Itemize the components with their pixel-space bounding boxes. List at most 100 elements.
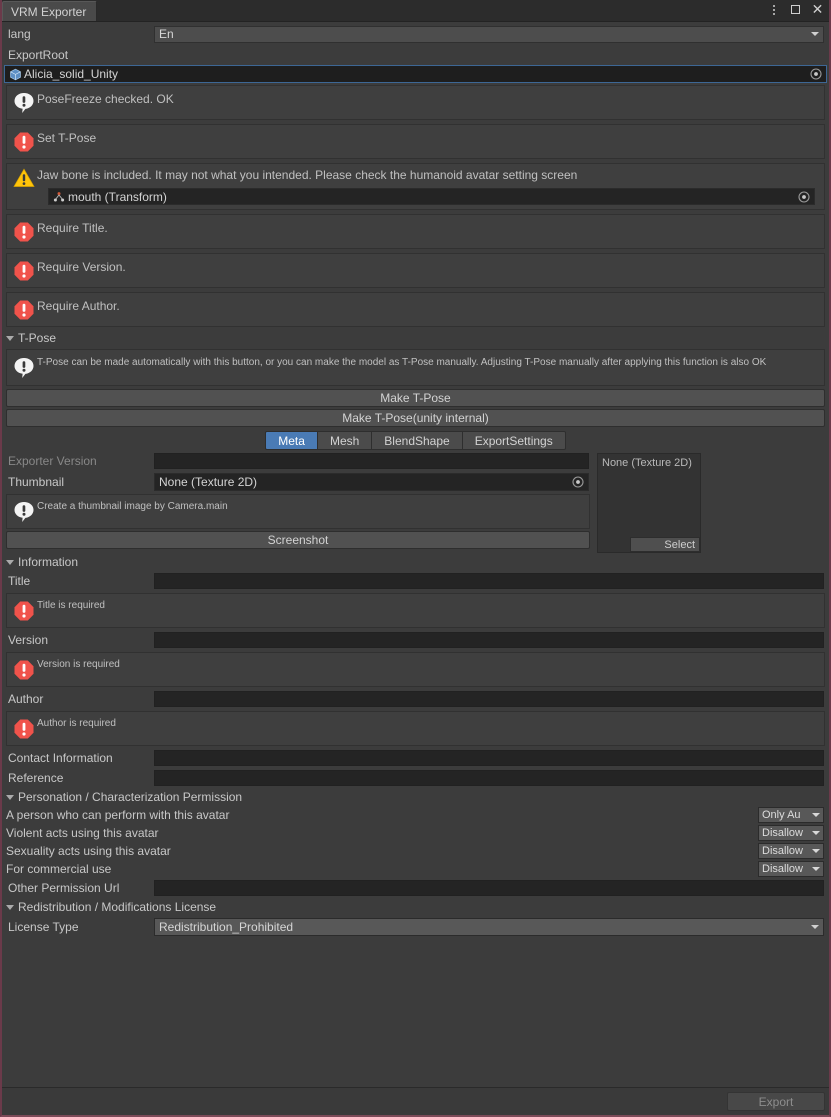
thumbnail-preview-box[interactable]: None (Texture 2D) Select [597,453,701,553]
object-picker-icon[interactable] [571,475,585,489]
export-root-label-row: ExportRoot [2,45,829,65]
permission-row-perform: A person who can perform with this avata… [2,806,829,824]
message-posefreeze: PoseFreeze checked. OK [6,85,825,120]
permission-commercial-label: For commercial use [6,862,112,876]
close-icon[interactable]: ✕ [810,2,825,17]
jaw-bone-object-field[interactable]: mouth (Transform) [48,188,815,205]
vrm-exporter-window: VRM Exporter ✕ lang En ExportRoot Alicia… [0,0,831,1117]
kebab-menu-icon[interactable] [766,2,781,17]
meta-left-column: Exporter Version Thumbnail None (Texture… [2,451,594,553]
thumbnail-row: Thumbnail None (Texture 2D) [2,471,594,492]
message-require-version: Require Version. [6,253,825,288]
permission-sexuality-dropdown[interactable]: Disallow [758,843,824,859]
title-input[interactable] [154,573,824,589]
foldout-tpose-label: T-Pose [18,331,57,345]
reference-input[interactable] [154,770,824,786]
author-error-body: Author is required [37,717,820,730]
reference-row: Reference [2,768,829,788]
chevron-down-icon [812,831,820,835]
permission-perform-dropdown[interactable]: Only Au [758,807,824,823]
thumbnail-object-field[interactable]: None (Texture 2D) [154,472,589,491]
tpose-helpbox: T-Pose can be made automatically with th… [6,349,825,386]
message-require-title: Require Title. [6,214,825,249]
license-type-dropdown[interactable]: Redistribution_Prohibited [154,917,824,936]
message-set-tpose: Set T-Pose [6,124,825,159]
message-body: Require Version. [37,259,820,274]
foldout-license[interactable]: Redistribution / Modifications License [2,898,829,916]
permission-row-sexuality: Sexuality acts using this avatar Disallo… [2,842,829,860]
thumbnail-select-button[interactable]: Select [630,537,700,552]
message-body: Require Title. [37,220,820,235]
permission-sexuality-value: Disallow [762,845,803,857]
triangle-down-icon [6,794,14,800]
permission-commercial-value: Disallow [762,863,803,875]
triangle-down-icon [6,559,14,565]
error-icon [11,130,37,153]
tab-blendshape[interactable]: BlendShape [372,431,463,450]
permission-row-violent: Violent acts using this avatar Disallow [2,824,829,842]
title-error-box: Title is required [6,593,825,628]
export-button[interactable]: Export [727,1092,825,1111]
window-tab-vrm-exporter[interactable]: VRM Exporter [2,1,98,21]
message-text: Require Version. [37,260,126,274]
export-root-object-field[interactable]: Alicia_solid_Unity [4,65,827,83]
make-tpose-unity-internal-button[interactable]: Make T-Pose(unity internal) [6,409,825,427]
version-input[interactable] [154,632,824,648]
lang-dropdown[interactable]: En [154,25,824,43]
chevron-down-icon [812,867,820,871]
author-input[interactable] [154,691,824,707]
permission-sexuality-label: Sexuality acts using this avatar [6,844,171,858]
license-type-label: License Type [8,919,79,934]
other-permission-url-input[interactable] [154,880,824,896]
author-label: Author [8,692,44,706]
author-row: Author [2,689,829,709]
object-picker-icon[interactable] [809,67,823,81]
triangle-down-icon [6,904,14,910]
make-tpose-button[interactable]: Make T-Pose [6,389,825,407]
permission-commercial-dropdown[interactable]: Disallow [758,861,824,877]
contact-information-input[interactable] [154,750,824,766]
foldout-information[interactable]: Information [2,553,829,571]
thumbnail-label: Thumbnail [8,474,65,489]
foldout-tpose[interactable]: T-Pose [2,329,829,347]
error-icon [11,259,37,282]
version-label: Version [8,633,49,647]
error-icon [11,658,37,681]
message-jaw-bone: Jaw bone is included. It may not what yo… [6,163,825,210]
object-picker-icon[interactable] [797,190,811,204]
foldout-permission[interactable]: Personation / Characterization Permissio… [2,788,829,806]
license-type-value: Redistribution_Prohibited [159,919,294,934]
triangle-down-icon [6,335,14,341]
export-root-label: ExportRoot [8,48,69,62]
meta-pane: Exporter Version Thumbnail None (Texture… [2,451,829,553]
window-titlebar: VRM Exporter ✕ [2,0,829,22]
permission-violent-label: Violent acts using this avatar [6,826,159,840]
error-icon [11,717,37,740]
thumbnail-preview-caption: None (Texture 2D) [602,457,692,469]
message-require-author: Require Author. [6,292,825,327]
chevron-down-icon [811,32,819,36]
meta-tabbar: Meta Mesh BlendShape ExportSettings [2,431,829,450]
message-text: Require Title. [37,221,108,235]
lang-label: lang [8,27,31,41]
tab-exportsettings[interactable]: ExportSettings [462,431,566,450]
tpose-help-body: T-Pose can be made automatically with th… [37,356,820,369]
message-text: PoseFreeze checked. OK [37,92,174,106]
maximize-icon[interactable] [788,2,803,17]
permission-violent-dropdown[interactable]: Disallow [758,825,824,841]
tab-mesh[interactable]: Mesh [317,431,373,450]
error-icon [11,599,37,622]
contact-information-row: Contact Information [2,748,829,768]
permission-violent-value: Disallow [762,827,803,839]
message-body: Jaw bone is included. It may not what yo… [37,167,820,182]
thumbnail-helpbox: Create a thumbnail image by Camera.main [6,494,590,529]
tab-meta[interactable]: Meta [265,431,318,450]
transform-icon [52,190,66,203]
message-text: Require Author. [37,299,120,313]
author-error-box: Author is required [6,711,825,746]
screenshot-button[interactable]: Screenshot [6,531,590,549]
title-label: Title [8,574,31,588]
version-row: Version [2,630,829,650]
version-error-text: Version is required [37,659,120,670]
